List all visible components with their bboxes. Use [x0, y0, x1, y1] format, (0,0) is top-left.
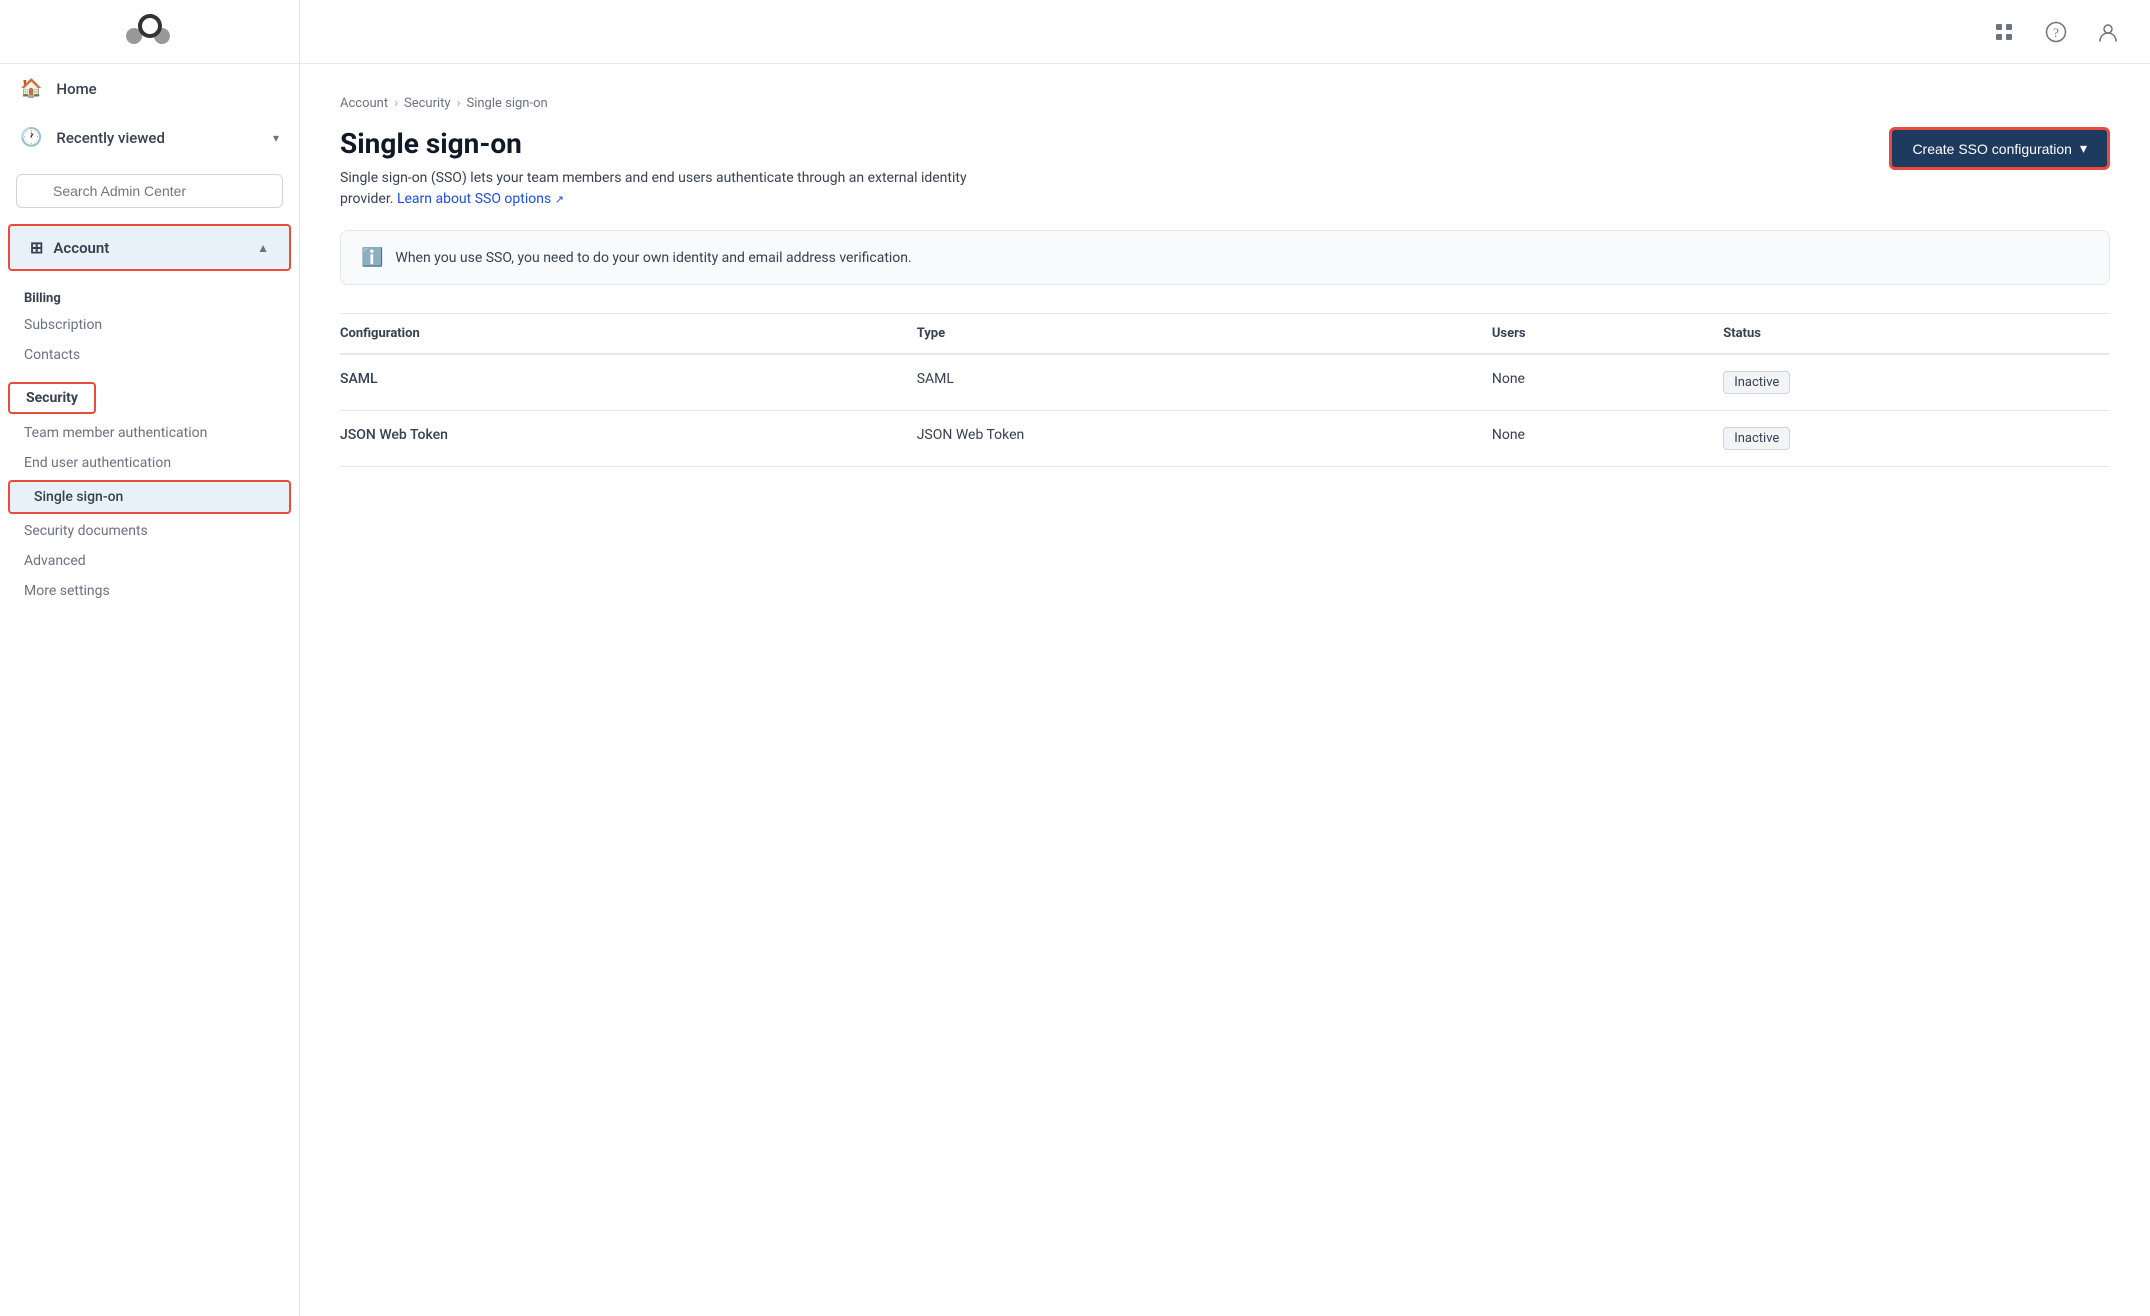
- sidebar-item-single-sign-on[interactable]: Single sign-on: [8, 480, 291, 514]
- chevron-down-icon: ▾: [273, 131, 279, 145]
- search-container: 🔍: [0, 162, 299, 220]
- info-message: When you use SSO, you need to do your ow…: [395, 250, 911, 266]
- page-title: Single sign-on: [340, 127, 1889, 160]
- sidebar-item-team-member-auth[interactable]: Team member authentication: [0, 418, 299, 448]
- page-title-section: Single sign-on Single sign-on (SSO) lets…: [340, 127, 1889, 210]
- table-header-row: Configuration Type Users Status: [340, 314, 2110, 354]
- account-icon: ⊞: [30, 238, 43, 257]
- sidebar-item-subscription[interactable]: Subscription: [0, 310, 299, 340]
- home-icon: 🏠: [20, 78, 42, 99]
- topbar: ?: [300, 0, 2150, 64]
- status-badge-inactive: Inactive: [1723, 371, 1790, 394]
- row1-type: SAML: [917, 354, 1492, 411]
- clock-icon: 🕐: [20, 127, 42, 148]
- breadcrumb-security[interactable]: Security: [404, 96, 451, 111]
- sidebar-item-contacts[interactable]: Contacts: [0, 340, 299, 370]
- grid-button[interactable]: [1986, 14, 2022, 50]
- breadcrumb-sep-1: ›: [394, 96, 398, 111]
- sidebar-item-advanced[interactable]: Advanced: [0, 546, 299, 576]
- sidebar: 🏠 Home 🕐 Recently viewed ▾ 🔍 ⊞ Account ▲…: [0, 0, 300, 1316]
- row2-type: JSON Web Token: [917, 411, 1492, 467]
- account-subsection: Billing Subscription Contacts Security T…: [0, 275, 299, 614]
- sidebar-item-recently-viewed-label: Recently viewed: [56, 129, 165, 147]
- col-status: Status: [1723, 314, 2110, 354]
- row2-configuration: JSON Web Token: [340, 411, 917, 467]
- table-row[interactable]: SAML SAML None Inactive: [340, 354, 2110, 411]
- breadcrumb-current: Single sign-on: [466, 96, 547, 111]
- row1-status: Inactive: [1723, 354, 2110, 411]
- table-row[interactable]: JSON Web Token JSON Web Token None Inact…: [340, 411, 2110, 467]
- svg-text:?: ?: [2053, 25, 2059, 40]
- info-banner: ℹ️ When you use SSO, you need to do your…: [340, 230, 2110, 285]
- col-users: Users: [1492, 314, 1723, 354]
- breadcrumb-sep-2: ›: [457, 96, 461, 111]
- external-link-icon: ↗: [555, 193, 564, 206]
- user-avatar-button[interactable]: [2090, 14, 2126, 50]
- sso-table-container: Configuration Type Users Status SAML SAM…: [340, 313, 2110, 467]
- row2-users: None: [1492, 411, 1723, 467]
- sidebar-item-home[interactable]: 🏠 Home: [0, 64, 299, 113]
- sidebar-item-home-label: Home: [56, 80, 96, 98]
- main-content: ? Account › Security › Single sign-on Si…: [300, 0, 2150, 1316]
- chevron-up-icon: ▲: [257, 241, 269, 255]
- sso-table: Configuration Type Users Status SAML SAM…: [340, 314, 2110, 467]
- row1-users: None: [1492, 354, 1723, 411]
- chevron-down-icon: ▾: [2080, 140, 2087, 157]
- sidebar-item-more-settings[interactable]: More settings: [0, 576, 299, 606]
- page-description: Single sign-on (SSO) lets your team memb…: [340, 168, 980, 210]
- status-badge-inactive-2: Inactive: [1723, 427, 1790, 450]
- info-icon: ℹ️: [361, 247, 383, 268]
- sidebar-item-security-documents[interactable]: Security documents: [0, 516, 299, 546]
- search-input[interactable]: [16, 174, 283, 208]
- account-section-title: ⊞ Account: [30, 238, 109, 257]
- breadcrumb-account[interactable]: Account: [340, 96, 388, 111]
- col-configuration: Configuration: [340, 314, 917, 354]
- col-type: Type: [917, 314, 1492, 354]
- learn-more-link[interactable]: Learn about SSO options ↗: [397, 191, 564, 207]
- security-group-label: Security: [8, 382, 96, 414]
- row2-status: Inactive: [1723, 411, 2110, 467]
- breadcrumb: Account › Security › Single sign-on: [340, 96, 2110, 111]
- help-button[interactable]: ?: [2038, 14, 2074, 50]
- billing-group-label: Billing: [0, 283, 299, 310]
- account-section: ⊞ Account ▲ Billing Subscription Contact…: [0, 220, 299, 614]
- page-content: Account › Security › Single sign-on Sing…: [300, 64, 2150, 1316]
- row1-configuration: SAML: [340, 354, 917, 411]
- sidebar-item-recently-viewed[interactable]: 🕐 Recently viewed ▾: [0, 113, 299, 162]
- sidebar-item-end-user-auth[interactable]: End user authentication: [0, 448, 299, 478]
- logo: [0, 0, 299, 64]
- page-header: Single sign-on Single sign-on (SSO) lets…: [340, 127, 2110, 210]
- create-sso-button[interactable]: Create SSO configuration ▾: [1889, 127, 2110, 170]
- account-section-header[interactable]: ⊞ Account ▲: [8, 224, 291, 271]
